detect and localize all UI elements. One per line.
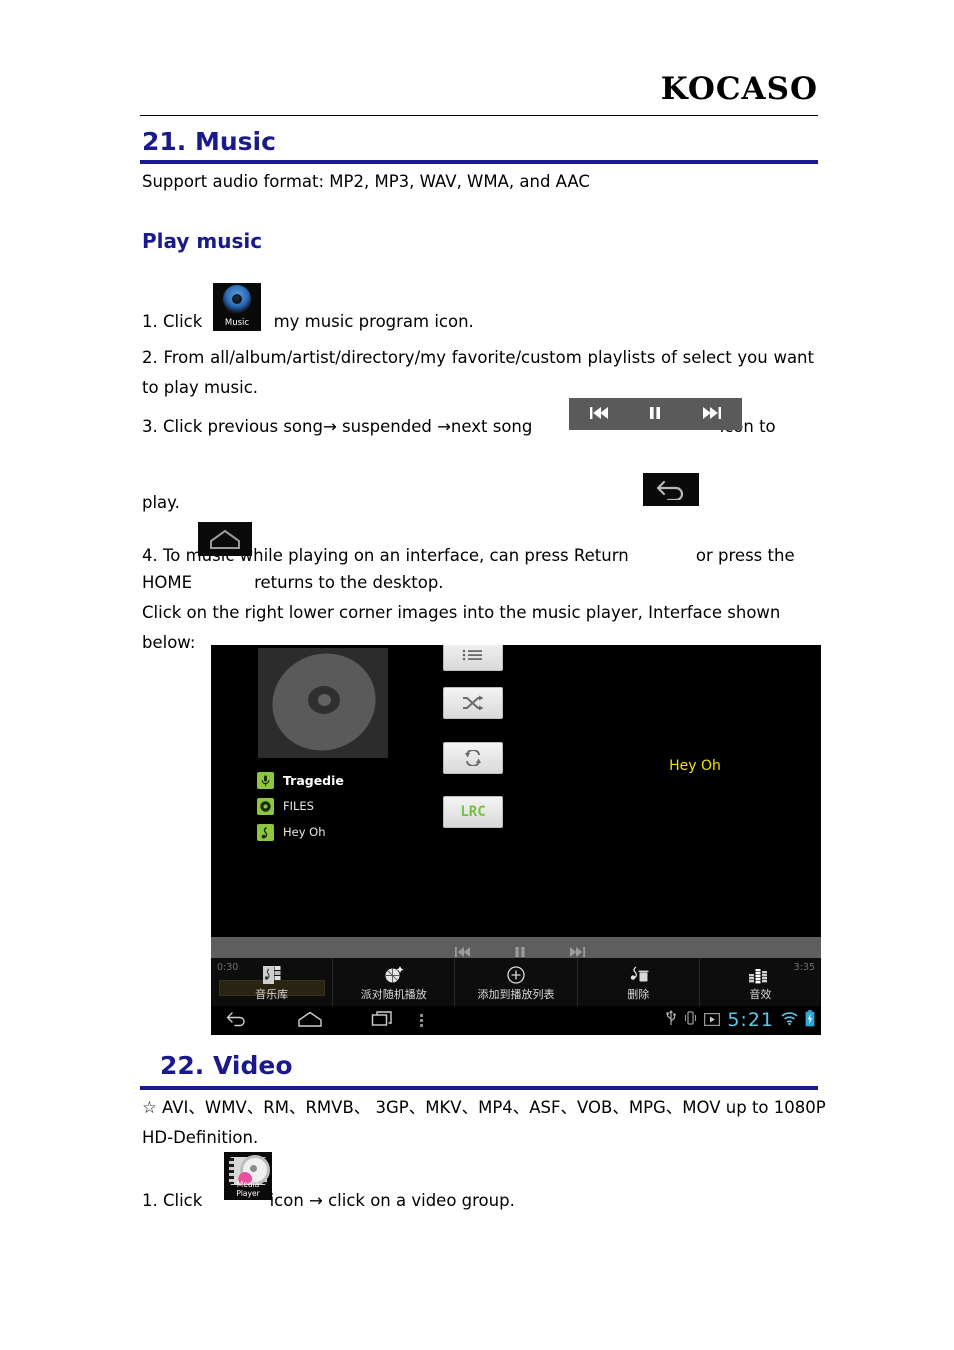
recents-icon[interactable] xyxy=(371,1010,395,1032)
toolbar-add-to-playlist[interactable]: 添加到播放列表 xyxy=(455,958,578,1006)
disc-hub-center xyxy=(318,694,331,706)
step-3-continuation: play. xyxy=(142,493,180,512)
video-step-1-suffix: icon → click on a video group. xyxy=(269,1191,515,1210)
toolbar-label: 添加到播放列表 xyxy=(477,988,555,1001)
microphone-icon xyxy=(257,771,274,789)
step-1-prefix: 1. Click xyxy=(142,312,203,331)
step-3-prefix: 3. Click previous song→ suspended →next … xyxy=(142,417,533,436)
list-item[interactable]: FILES xyxy=(257,793,447,819)
supported-video-formats: ☆ AVI、WMV、RM、RMVB、 3GP、MKV、MP4、ASF、VOB、M… xyxy=(142,1098,826,1147)
status-bar-icons: 5:21 xyxy=(665,1009,815,1031)
usb-icon xyxy=(665,1009,677,1031)
toolbar-delete[interactable]: 删除 xyxy=(578,958,700,1006)
home-icon xyxy=(210,529,240,549)
player-stage: Tragedie FILES Hey Oh LRC Hey Oh xyxy=(211,645,821,937)
toolbar-label: 派对随机播放 xyxy=(360,988,427,1001)
page-title-video: 22. Video xyxy=(160,1051,293,1080)
toolbar-equalizer[interactable]: 音效 xyxy=(700,958,821,1006)
back-arrow-icon xyxy=(656,480,684,500)
playlist-icon xyxy=(462,649,482,661)
track-metadata-list: Tragedie FILES Hey Oh xyxy=(257,767,447,845)
step-4-suffix: returns to the desktop. xyxy=(254,573,444,592)
menu-icon[interactable] xyxy=(420,1014,423,1027)
list-item-label: FILES xyxy=(283,799,314,813)
status-clock: 5:21 xyxy=(727,1009,774,1031)
home-key-image xyxy=(198,522,252,556)
music-player-screenshot: Tragedie FILES Hey Oh LRC Hey Oh 0:30 3:… xyxy=(211,645,821,1035)
home-icon[interactable] xyxy=(297,1010,323,1032)
shuffle-icon xyxy=(463,695,484,711)
video-heading-number: 22 xyxy=(160,1051,195,1080)
toolbar-label: 音乐库 xyxy=(255,988,289,1001)
android-navigation-bar: 5:21 xyxy=(211,1006,821,1035)
video-step-1-text: 1. Click icon → click on a video group. xyxy=(142,1186,832,1216)
video-heading-text: Video xyxy=(213,1051,293,1080)
seek-bar[interactable] xyxy=(211,937,821,958)
section-rule-music xyxy=(140,160,818,164)
return-key-image xyxy=(643,473,699,506)
transport-controls-image xyxy=(569,398,742,430)
toolbar-label: 删除 xyxy=(627,988,650,1001)
delete-icon xyxy=(626,962,650,988)
video-heading-separator: . xyxy=(194,1051,205,1080)
document-page: KOCASO 21. Music Support audio format: M… xyxy=(0,0,954,1350)
music-app-icon: Music xyxy=(213,283,261,331)
lrc-icon: LRC xyxy=(460,804,486,820)
playlist-button[interactable] xyxy=(443,645,503,671)
music-note-icon xyxy=(257,823,274,841)
list-item-label: Hey Oh xyxy=(283,825,326,839)
step-1-suffix: my music program icon. xyxy=(273,312,474,331)
toolbar-party-shuffle[interactable]: 派对随机播放 xyxy=(333,958,456,1006)
video-step-1-prefix: 1. Click xyxy=(142,1191,203,1210)
repeat-icon xyxy=(465,750,481,766)
step-2-text: 2. From all/album/artist/directory/my fa… xyxy=(142,348,814,397)
home-label: HOME xyxy=(142,573,193,592)
step-4-middle: or press the xyxy=(695,546,795,565)
music-app-icon-label: Music xyxy=(224,318,250,328)
pause-icon xyxy=(648,405,662,424)
next-track-icon xyxy=(702,405,722,424)
toolbar-label: 音效 xyxy=(749,988,772,1001)
shuffle-button[interactable] xyxy=(443,687,503,719)
page-title-music: 21. Music xyxy=(142,127,276,156)
album-art xyxy=(258,648,388,758)
lrc-button[interactable]: LRC xyxy=(443,796,503,828)
music-library-icon xyxy=(261,962,283,988)
add-to-playlist-icon xyxy=(506,962,526,988)
back-icon[interactable] xyxy=(225,1010,249,1032)
list-item-label: Tragedie xyxy=(283,772,344,788)
speaker-center-icon xyxy=(232,294,242,304)
party-shuffle-icon xyxy=(383,962,405,988)
repeat-button[interactable] xyxy=(443,742,503,774)
disc-icon xyxy=(257,797,274,815)
wifi-icon xyxy=(781,1011,798,1030)
list-item[interactable]: Hey Oh xyxy=(257,819,447,845)
nav-buttons xyxy=(225,1010,395,1032)
toolbar-music-library[interactable]: 音乐库 xyxy=(211,958,334,1006)
list-item[interactable]: Tragedie xyxy=(257,767,447,793)
vibrate-icon xyxy=(684,1009,697,1031)
header-divider xyxy=(140,115,818,116)
section-rule-video xyxy=(140,1086,818,1090)
lyrics-display: Hey Oh xyxy=(669,758,721,774)
previous-track-icon xyxy=(589,405,609,424)
supported-audio-formats: Support audio format: MP2, MP3, WAV, WMA… xyxy=(142,172,590,191)
brand-logo: KOCASO xyxy=(660,71,818,107)
subheading-play-music: Play music xyxy=(142,229,263,253)
equalizer-icon xyxy=(748,962,772,988)
battery-icon xyxy=(805,1009,815,1031)
play-icon xyxy=(704,1011,721,1030)
player-toolbar: 0:30 3:35 音乐库 派对随机播放 添加到播放列表 删除 音效 xyxy=(211,958,821,1006)
